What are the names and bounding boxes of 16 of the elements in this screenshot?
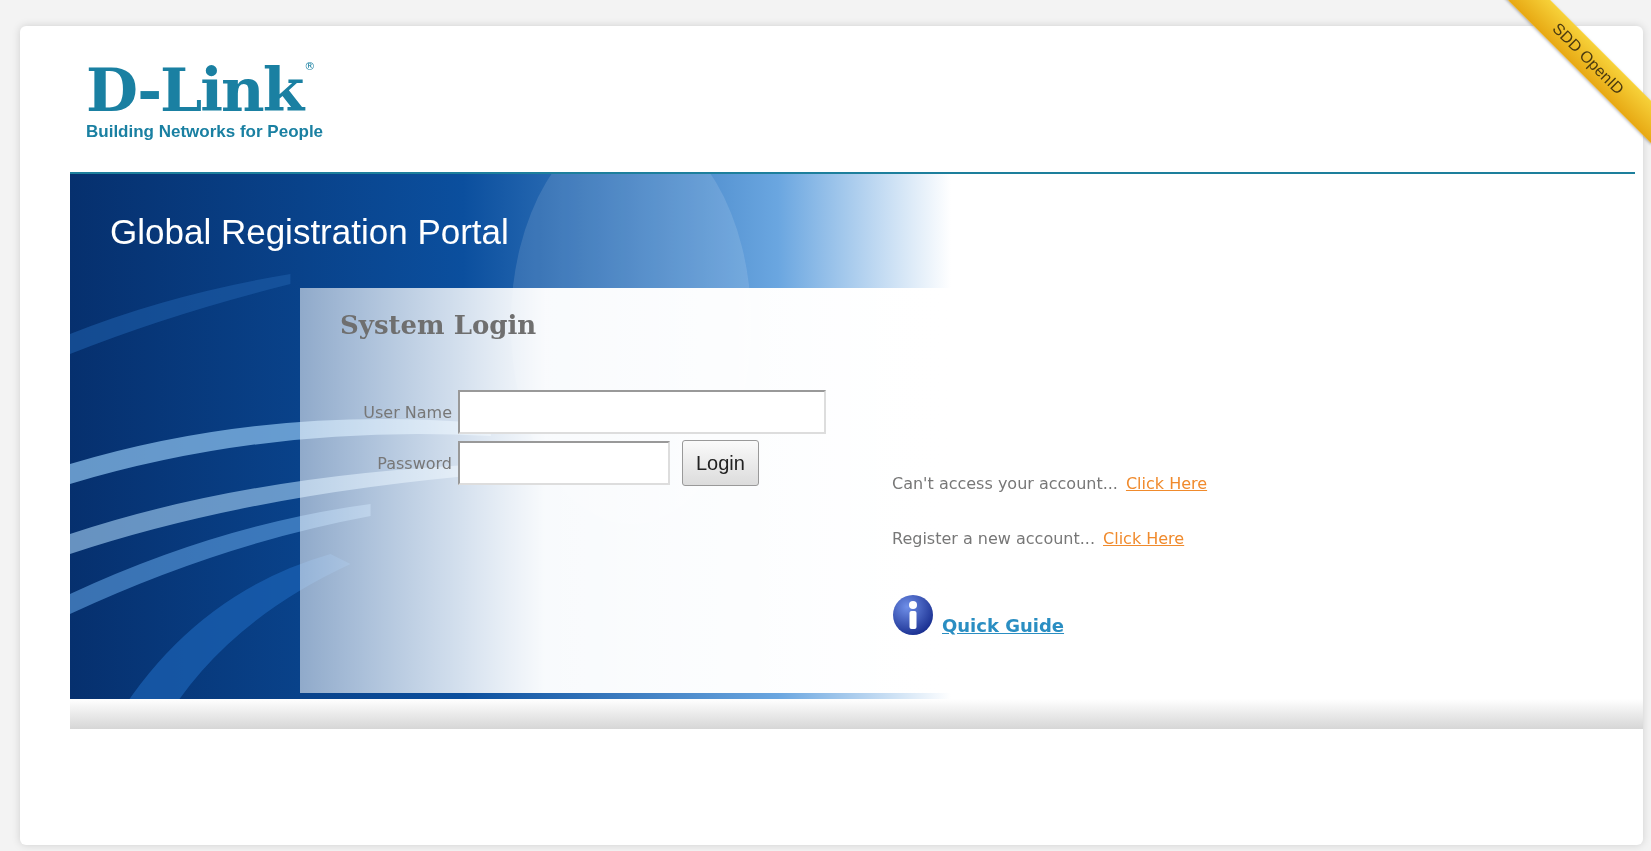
click-here-link[interactable]: Click Here	[1103, 529, 1185, 548]
login-button[interactable]: Login	[682, 440, 759, 486]
link-prompt: Register a new account...	[892, 529, 1095, 548]
logo-tagline: Building Networks for People	[86, 122, 324, 142]
login-title: System Login	[340, 310, 538, 340]
field-label: Password	[376, 453, 452, 473]
logo-wordmark: D-Link	[86, 60, 303, 120]
link-prompt: Can't access your account...	[892, 474, 1118, 493]
quick-guide-link[interactable]: Quick Guide	[942, 615, 1065, 636]
registered-mark: ®	[304, 60, 316, 73]
click-here-link[interactable]: Click Here	[1125, 474, 1208, 493]
info-icon	[892, 594, 934, 636]
field-label: User Name	[362, 402, 452, 422]
input-field[interactable]	[458, 390, 826, 434]
portal-title: Global Registration Portal	[109, 211, 510, 252]
input-field[interactable]	[458, 441, 670, 485]
